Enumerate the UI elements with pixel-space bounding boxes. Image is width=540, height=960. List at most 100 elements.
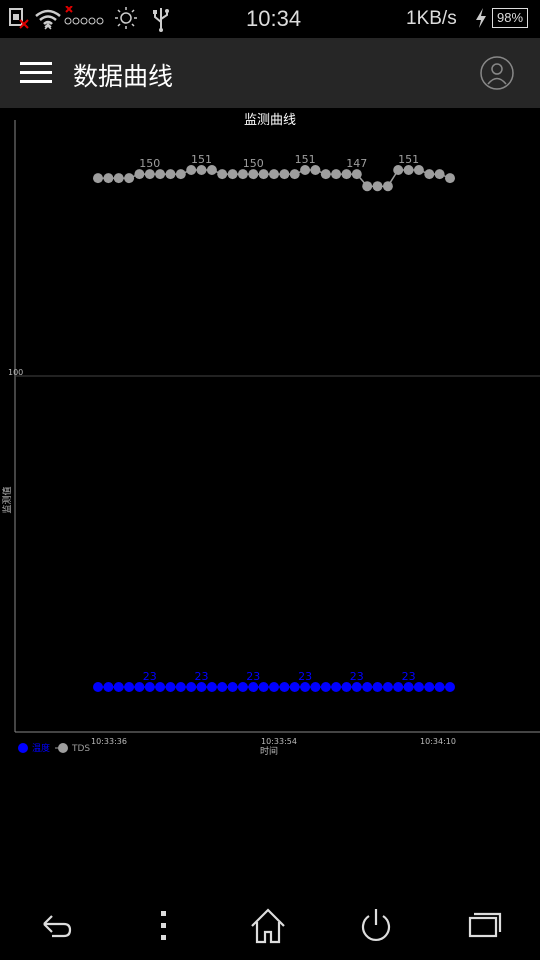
data-point [93,173,103,184]
back-icon[interactable] [34,904,78,948]
data-point [113,682,124,692]
data-point [144,169,155,180]
data-point [279,169,290,180]
data-point [372,682,383,692]
data-point [403,165,414,175]
data-point [165,682,176,692]
data-point [341,682,352,692]
usb-icon [153,8,169,32]
data-label: 23 [402,670,416,683]
data-point [206,682,217,692]
data-point [248,682,259,692]
data-point [134,682,145,692]
data-point [393,165,404,175]
data-point [310,682,321,692]
navigation-bar [0,890,540,960]
page-title: 数据曲线 [73,62,174,91]
data-point [186,165,197,175]
chart-title: 监测曲线 [244,113,296,128]
data-point [269,682,279,692]
data-label: 23 [246,670,260,683]
data-point [434,682,445,692]
data-point [196,165,207,175]
data-point [445,682,455,692]
chart-container: 监测曲线 100 监测值 10:33:36 10:33:54 10:34:10 … [0,108,540,780]
recent-apps-icon[interactable] [462,904,506,948]
data-point [331,169,342,180]
charging-icon [476,8,486,28]
data-point [186,682,197,692]
data-point [258,169,269,180]
data-point [424,169,435,180]
overflow-menu-icon[interactable] [142,904,186,948]
data-point [351,169,362,180]
legend-marker-temperature [18,743,28,753]
data-point [300,682,311,692]
data-point [258,682,269,692]
data-point [393,682,404,692]
status-bar: 10:34 1KB/s 98% [0,0,540,38]
clock: 10:34 [246,6,302,31]
data-point [124,682,135,692]
data-point [382,181,393,192]
data-point [206,165,217,175]
data-point [124,173,135,184]
data-label: 150 [139,157,160,170]
data-label: 151 [295,153,316,166]
data-point [175,682,186,692]
data-point [331,682,342,692]
legend: 温度 TDS [18,742,90,754]
battery-icon: 98% [492,8,528,28]
data-point [320,682,331,692]
sim-error-icon [9,8,29,29]
data-point [217,682,228,692]
network-speed: 1KB/s [406,8,457,29]
data-point [217,169,228,180]
data-point [227,682,238,692]
data-point [351,682,362,692]
legend-label-tds: TDS [71,744,90,754]
data-point [362,682,373,692]
data-point [341,169,352,180]
data-point [403,682,414,692]
data-point [413,165,424,175]
data-point [372,181,383,192]
user-avatar-icon[interactable] [480,56,514,90]
data-label: 151 [191,153,212,166]
home-icon[interactable] [246,904,290,948]
x-axis-label: 时间 [260,745,278,757]
data-point [113,173,124,184]
data-point [237,169,248,180]
data-label: 147 [346,157,367,170]
data-label: 23 [143,670,157,683]
data-point [134,169,145,180]
line-chart: 监测曲线 100 监测值 10:33:36 10:33:54 10:34:10 … [1,113,540,757]
data-point [144,682,155,692]
wifi-icon [35,9,61,30]
data-point [445,173,455,184]
data-point [320,169,331,180]
data-point [227,169,238,180]
data-point [269,169,279,180]
data-point [248,169,259,180]
y-axis-label: 监测值 [1,486,13,513]
x-tick-label: 10:33:36 [91,737,127,746]
data-point [424,682,435,692]
hamburger-menu-icon[interactable] [20,62,52,84]
data-point [103,682,114,692]
data-label: 150 [243,157,264,170]
data-point [103,173,114,184]
data-point [279,682,290,692]
data-point [165,169,176,180]
data-point [300,165,311,175]
data-point [434,169,445,180]
power-icon[interactable] [354,904,398,948]
data-point [196,682,207,692]
data-point [382,682,393,692]
data-point [237,682,248,692]
data-point [289,169,300,180]
x-tick-label: 10:34:10 [420,737,456,746]
data-label: 23 [195,670,209,683]
y-tick-label: 100 [8,368,23,377]
app-bar: 数据曲线 [0,38,540,108]
